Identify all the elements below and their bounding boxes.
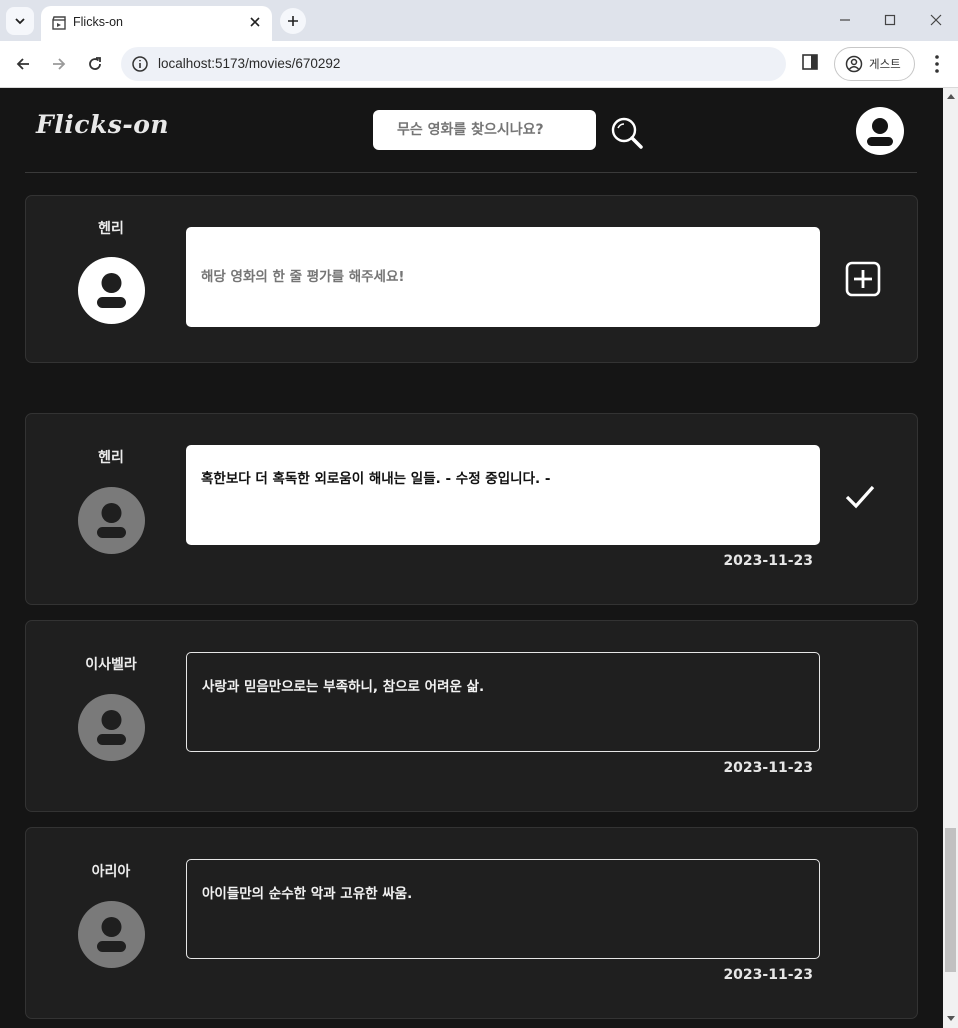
review-date: 2023-11-23 [723,553,813,569]
tab-search-button[interactable] [6,7,34,35]
more-vert-icon[interactable] [928,53,946,75]
back-button[interactable] [10,51,36,77]
user-icon [97,710,126,745]
tab-close-button[interactable] [246,13,264,31]
page-content: Flicks-on 헨리 헨리 [0,88,943,1028]
close-window-button[interactable] [924,8,948,32]
review-input[interactable] [186,227,820,327]
reviewer-avatar [78,901,145,968]
review-date: 2023-11-23 [723,967,813,983]
side-panel-icon[interactable] [800,52,820,72]
address-bar[interactable]: localhost:5173/movies/670292 [121,47,786,81]
chevron-down-icon [15,18,25,25]
site-info-icon[interactable] [131,55,149,73]
add-box-icon[interactable] [844,260,882,298]
site-header: Flicks-on [0,88,943,172]
reviewer-name: 아리아 [91,864,131,880]
scroll-down-arrow-icon[interactable] [947,1016,955,1022]
minimize-button[interactable] [833,8,857,32]
review-form-card: 헨리 [25,195,918,363]
reviewer-name: 헨리 [98,221,124,237]
arrow-right-icon [53,58,66,70]
review-text: 사랑과 믿음만으로는 부족하니, 참으로 어려운 삶. [186,652,820,752]
browser-tab[interactable]: Flicks-on [41,6,272,41]
reviewer-avatar [78,694,145,761]
forward-button[interactable] [46,51,72,77]
reviewer-name: 이사벨라 [85,657,137,673]
header-divider [25,172,917,173]
user-icon [97,273,126,308]
user-avatar-button[interactable] [856,107,904,155]
browser-tab-bar: Flicks-on [0,0,958,41]
url-text: localhost:5173/movies/670292 [158,56,341,71]
review-card: 헨리 혹한보다 더 혹독한 외로움이 해내는 일들. - 수정 중입니다. - … [25,413,918,605]
browser-toolbar: localhost:5173/movies/670292 게스트 [0,41,958,88]
reviewer-avatar [78,487,145,554]
clapperboard-icon [52,16,66,30]
account-circle-icon [845,55,863,73]
profile-label: 게스트 [869,57,901,71]
search-icon[interactable] [610,116,644,150]
scrollbar-thumb[interactable] [945,828,956,972]
search-input[interactable] [373,110,596,150]
profile-button[interactable]: 게스트 [834,47,915,81]
tab-title: Flicks-on [73,15,124,29]
review-card: 아리아 아이들만의 순수한 악과 고유한 싸움. 2023-11-23 [25,827,918,1019]
user-icon [97,917,126,952]
new-tab-button[interactable] [280,8,306,34]
close-window-icon [930,14,942,26]
maximize-icon [884,14,896,26]
plus-icon [288,16,298,26]
reload-button[interactable] [82,51,108,77]
arrow-left-icon [16,58,29,70]
review-text: 아이들만의 순수한 악과 고유한 싸움. [186,859,820,959]
reviewer-avatar [78,257,145,324]
user-icon [867,118,893,146]
review-card: 이사벨라 사랑과 믿음만으로는 부족하니, 참으로 어려운 삶. 2023-11… [25,620,918,812]
reviewer-name: 헨리 [98,450,124,466]
close-icon [250,17,260,27]
review-date: 2023-11-23 [723,760,813,776]
minimize-icon [840,19,850,21]
reload-icon [89,57,101,70]
scroll-up-arrow-icon[interactable] [947,93,955,99]
check-icon[interactable] [844,482,876,512]
site-logo[interactable]: Flicks-on [36,110,169,139]
user-icon [97,503,126,538]
review-edit-field[interactable]: 혹한보다 더 혹독한 외로움이 해내는 일들. - 수정 중입니다. - [186,445,820,545]
maximize-button[interactable] [878,8,902,32]
